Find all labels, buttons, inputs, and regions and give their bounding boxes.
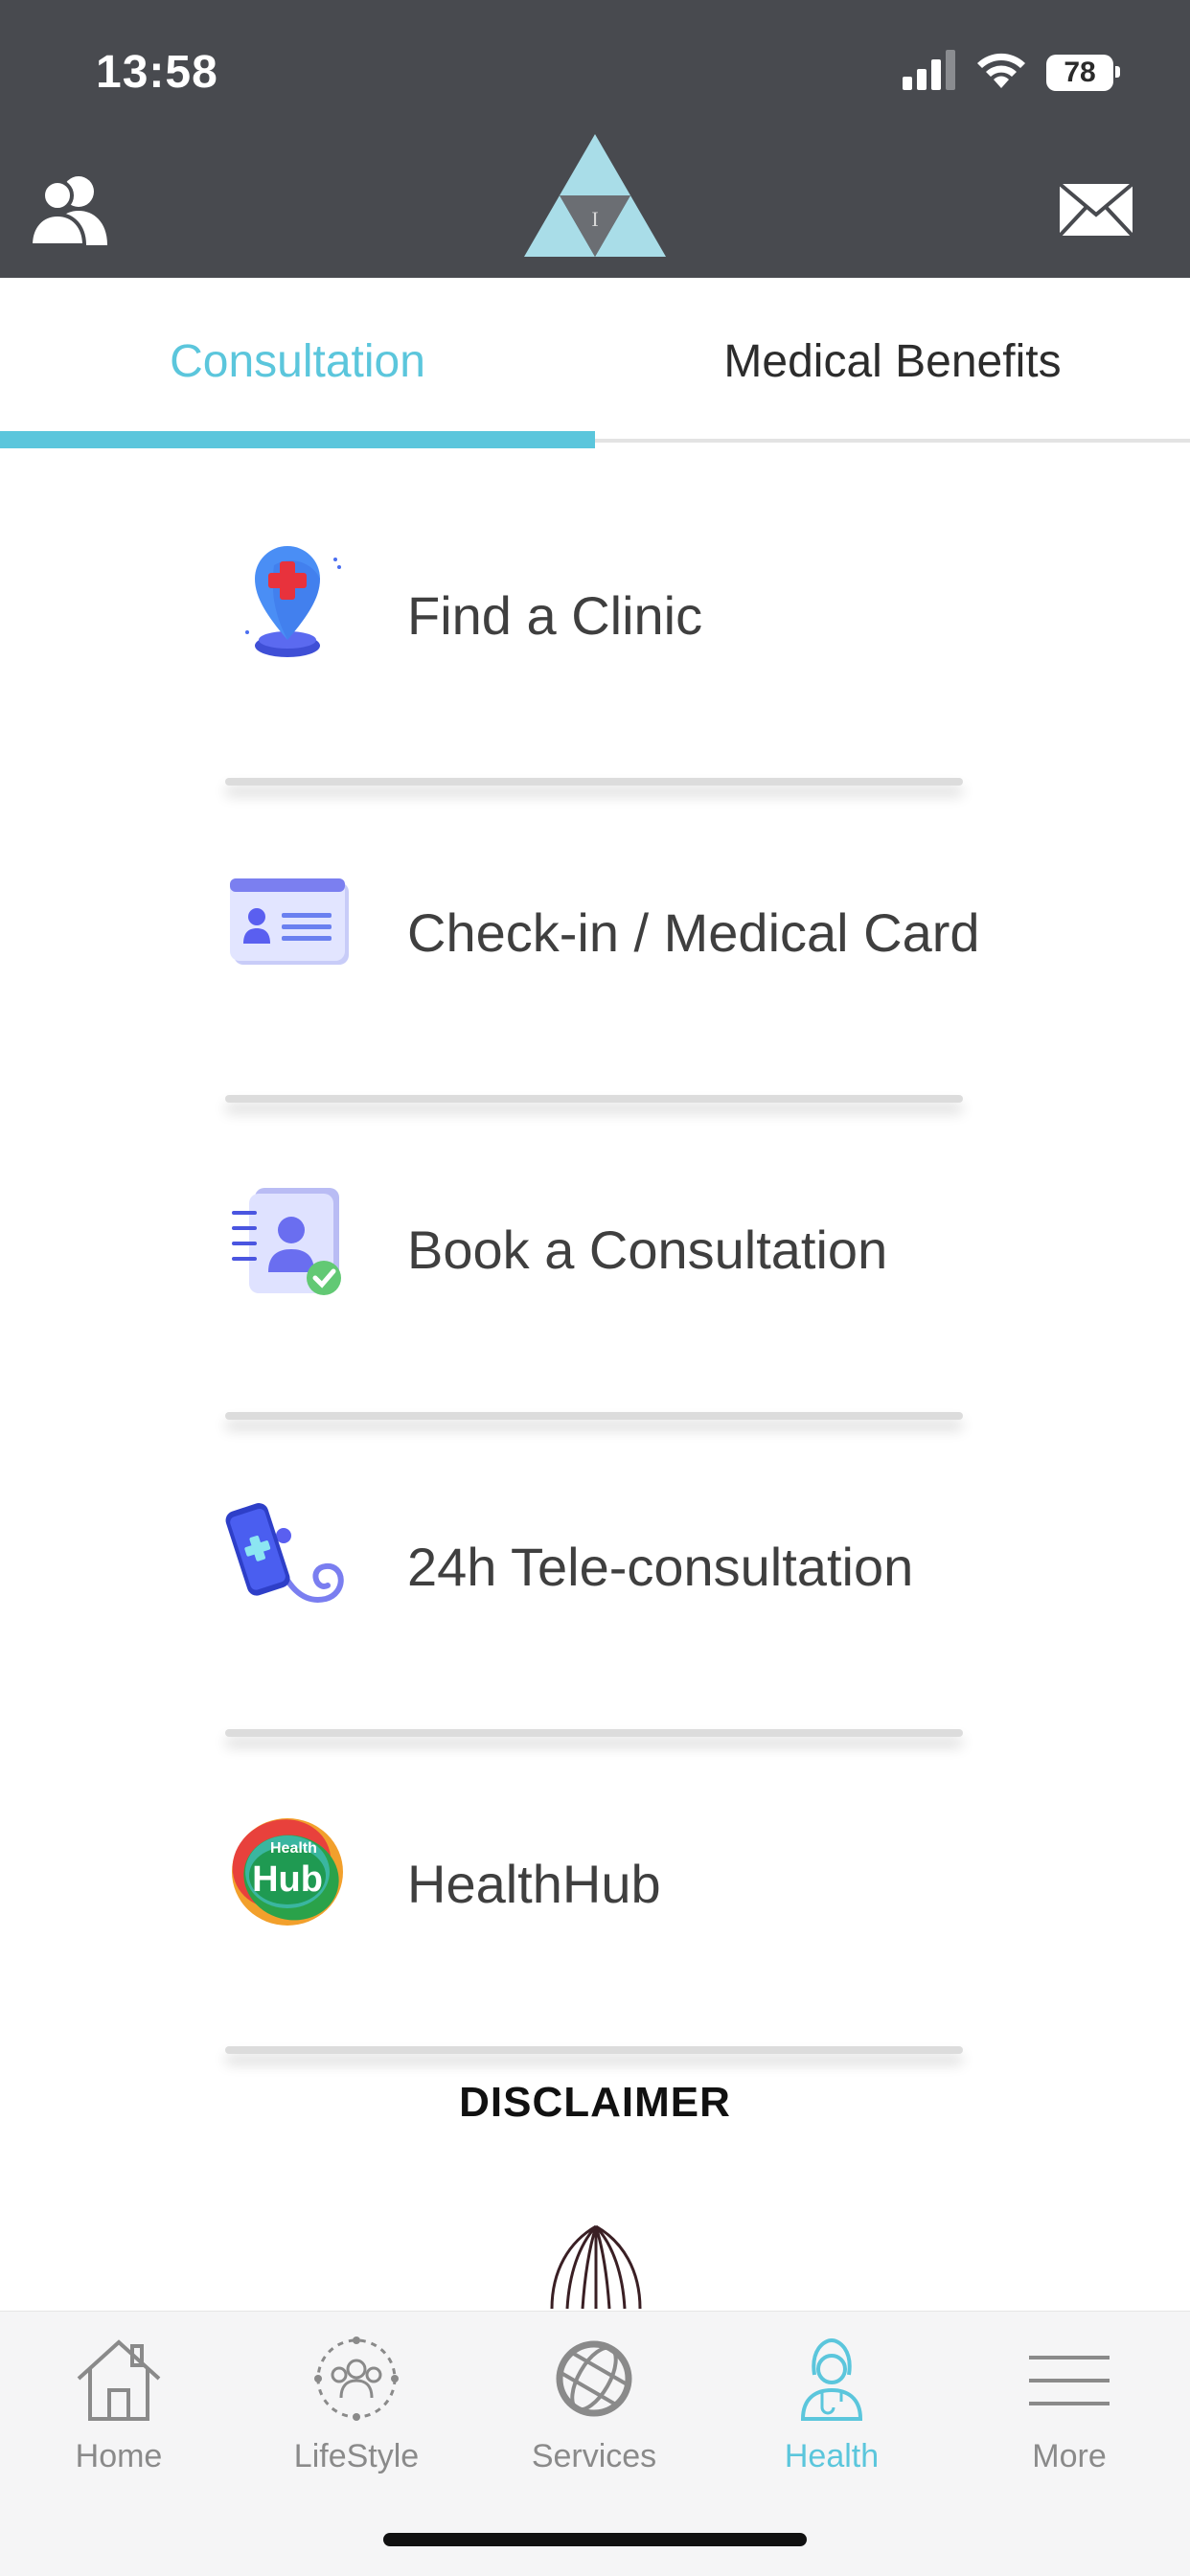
healthhub-text: Hub: [252, 1859, 323, 1900]
wifi-icon: [977, 53, 1025, 88]
divider: [225, 1095, 963, 1103]
divider: [225, 1412, 963, 1420]
battery-nub: [1115, 66, 1120, 78]
nav-health[interactable]: Health: [713, 2331, 950, 2475]
nav-label: More: [1032, 2438, 1107, 2474]
tab-medical-benefits[interactable]: Medical Benefits: [595, 335, 1190, 388]
tab-bar: Consultation Medical Benefits: [0, 278, 1190, 448]
active-tab-indicator: [0, 431, 595, 448]
users-icon[interactable]: [29, 172, 111, 245]
menu-item-book-consultation[interactable]: Book a Consultation: [220, 1132, 963, 1420]
nav-more[interactable]: More: [950, 2331, 1188, 2475]
battery-indicator: 78: [1046, 55, 1113, 91]
tab-divider: [595, 439, 1190, 443]
nav-label: Services: [531, 2438, 657, 2474]
globe-icon: [556, 2340, 632, 2417]
menu-item-label: Book a Consultation: [407, 1220, 888, 1280]
tab-consultation[interactable]: Consultation: [0, 335, 595, 388]
nav-lifestyle[interactable]: LifeStyle: [238, 2331, 475, 2475]
nav-label: LifeStyle: [293, 2438, 420, 2474]
menu-item-tele-consultation[interactable]: 24h Tele-consultation: [220, 1449, 963, 1737]
divider: [225, 778, 963, 786]
healthhub-subtext: Health: [270, 1840, 317, 1857]
battery-level: 78: [1064, 57, 1096, 88]
status-time: 13:58: [96, 47, 218, 98]
healthhub-logo-icon: Health Hub: [232, 1818, 343, 1926]
menu-item-find-clinic[interactable]: Find a Clinic: [220, 498, 963, 786]
menu-item-healthhub[interactable]: Health Hub HealthHub: [220, 1767, 963, 2054]
divider: [225, 1729, 963, 1737]
people-circle-icon: [314, 2337, 399, 2421]
envelope-icon[interactable]: [1058, 182, 1134, 238]
top-header: 13:58 78 I: [0, 0, 1190, 278]
menu-item-medical-card[interactable]: Check-in / Medical Card: [220, 815, 980, 1103]
signal-icon: [903, 50, 955, 90]
menu-item-label: 24h Tele-consultation: [407, 1537, 914, 1597]
nav-label: Home: [75, 2438, 163, 2474]
shell-logo-icon: [550, 2224, 642, 2310]
home-icon: [77, 2339, 161, 2421]
notebook-check-icon: [232, 1188, 341, 1295]
disclaimer-link[interactable]: DISCLAIMER: [0, 2079, 1190, 2127]
location-pin-cross-icon: [245, 546, 341, 657]
nav-home[interactable]: Home: [0, 2331, 238, 2475]
id-card-icon: [230, 878, 349, 965]
svg-text:I: I: [591, 207, 598, 231]
triangle-logo-icon: I: [524, 134, 666, 257]
menu-item-label: Check-in / Medical Card: [407, 902, 980, 963]
doctor-icon: [800, 2337, 863, 2421]
menu-item-label: HealthHub: [407, 1854, 661, 1914]
menu-lines-icon: [1029, 2356, 1110, 2405]
home-indicator[interactable]: [383, 2533, 807, 2546]
phone-stethoscope-icon: [225, 1503, 344, 1603]
divider: [225, 2046, 963, 2054]
nav-services[interactable]: Services: [475, 2331, 713, 2475]
menu-item-label: Find a Clinic: [407, 585, 703, 646]
nav-label: Health: [784, 2438, 880, 2474]
